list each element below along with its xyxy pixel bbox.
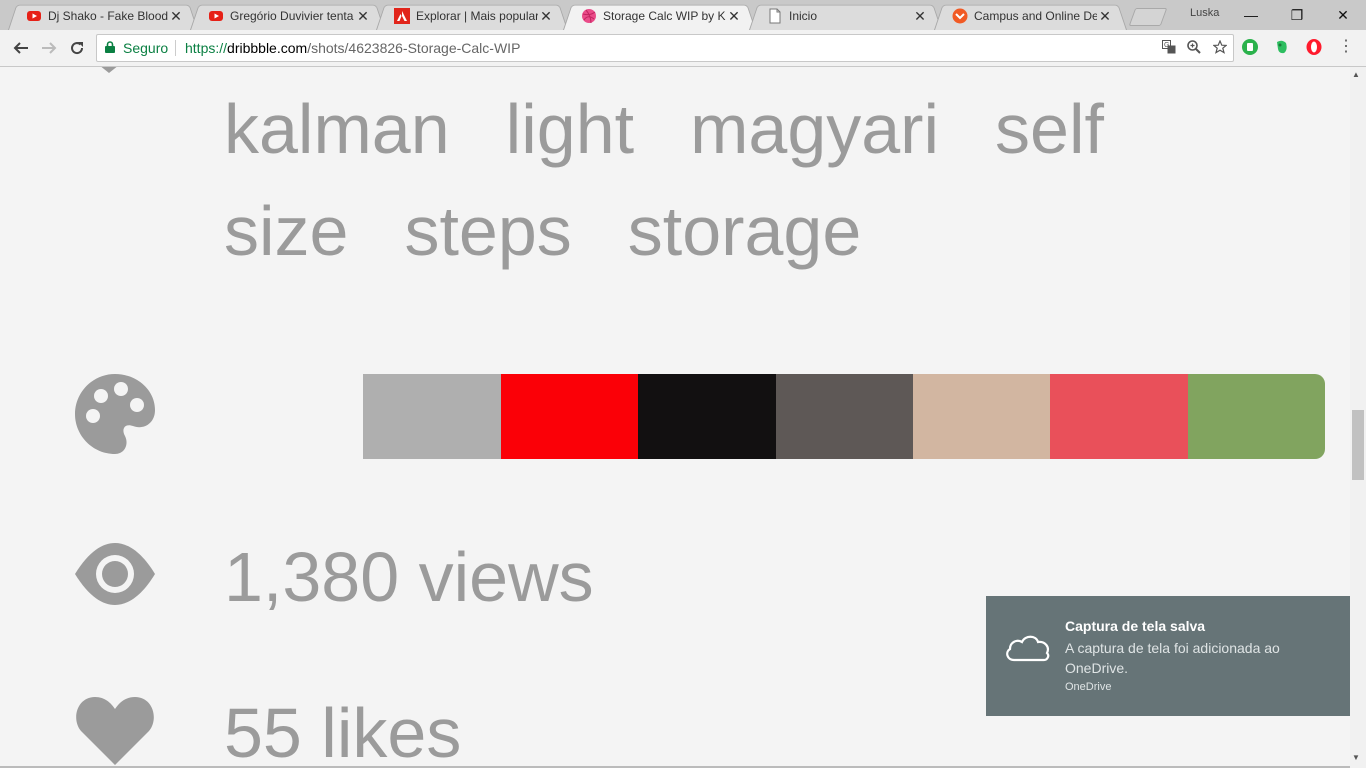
opera-icon[interactable] [1305,38,1323,56]
tab-3[interactable]: Storage Calc WIP by Kál ✕ [563,2,756,30]
tag-link[interactable]: size [224,192,348,270]
tab-4[interactable]: Inicio ✕ [749,2,942,30]
svg-text:G: G [1164,42,1169,49]
notification-title: Captura de tela salva [1065,618,1206,634]
tag-link[interactable]: kalman [224,90,450,168]
close-icon[interactable]: ✕ [726,8,742,25]
url-scheme: https:// [185,40,228,56]
tags-line-1: kalman light magyari self [224,89,1160,169]
back-arrow-icon[interactable] [9,36,33,60]
bookmark-star-icon[interactable] [1212,39,1228,56]
scroll-up-icon[interactable]: ▲ [1352,70,1360,79]
extension-green-icon[interactable] [1241,38,1259,56]
tab-title: Storage Calc WIP by Kál [603,9,726,23]
browser-toolbar: Seguro https://dribbble.com/shots/462382… [0,30,1366,67]
tab-0[interactable]: Dj Shako - Fake Blood - ✕ [8,2,198,30]
tag-icon [101,67,117,73]
address-bar[interactable]: Seguro https://dribbble.com/shots/462382… [96,34,1234,62]
minimize-button[interactable]: — [1228,0,1274,30]
udacity-icon [952,8,968,24]
tab-strip: Dj Shako - Fake Blood - ✕ Gregório Duviv… [0,0,1366,30]
new-tab-button[interactable] [1128,8,1168,26]
tags-line-2: size steps storage [224,191,917,271]
restore-button[interactable]: ❐ [1274,0,1320,30]
tab-2[interactable]: Explorar | Mais populare ✕ [376,2,568,30]
reload-icon[interactable] [65,36,89,60]
palette-icon [75,374,155,454]
tab-title: Campus and Online Deg [974,9,1097,23]
tab-title: Dj Shako - Fake Blood - [48,9,168,23]
url-path: /shots/4623826-Storage-Calc-WIP [307,40,521,56]
color-swatch[interactable] [500,374,639,459]
notification-body: A captura de tela foi adicionada ao OneD… [1065,640,1280,676]
scrollbar-thumb[interactable] [1352,410,1364,480]
color-swatch[interactable] [1050,374,1188,459]
color-swatch[interactable] [638,374,776,459]
secure-label[interactable]: Seguro [123,40,168,56]
close-icon[interactable]: ✕ [1097,8,1113,25]
translate-icon[interactable]: G [1161,40,1177,56]
color-palette [226,374,1325,459]
tag-link[interactable]: self [995,90,1104,168]
page-icon [769,8,781,24]
color-swatch[interactable] [363,374,501,459]
color-swatch[interactable] [1187,374,1325,459]
close-icon[interactable]: ✕ [355,8,371,25]
tab-title: Gregório Duvivier tenta [230,9,354,23]
tag-link[interactable]: light [506,90,634,168]
tag-link[interactable]: steps [404,192,571,270]
tab-1[interactable]: Gregório Duvivier tenta ✕ [190,2,385,30]
lock-icon [105,41,115,53]
profile-name[interactable]: Luska [1190,7,1219,19]
tag-link[interactable]: magyari [690,90,939,168]
scroll-down-icon[interactable]: ▼ [1352,753,1360,762]
url-text[interactable]: https://dribbble.com/shots/4623826-Stora… [185,40,520,56]
notification-source: OneDrive [1065,681,1112,693]
color-swatch[interactable] [912,374,1051,459]
close-window-button[interactable]: ✕ [1320,0,1366,30]
color-swatch[interactable] [226,374,364,459]
tab-5[interactable]: Campus and Online Deg ✕ [934,2,1127,30]
close-icon[interactable]: ✕ [538,8,554,25]
zoom-icon[interactable] [1186,40,1202,56]
address-divider [175,40,176,56]
tab-title: Inicio [789,9,818,23]
close-icon[interactable]: ✕ [912,8,928,25]
tag-link[interactable]: storage [628,192,861,270]
color-swatch[interactable] [775,374,913,459]
onedrive-notification[interactable]: Captura de tela salva A captura de tela … [986,596,1350,716]
menu-kebab-icon[interactable]: ⋮ [1338,38,1354,58]
views-count: 1,380 views [224,538,594,616]
eye-icon [75,543,155,605]
dribbble-icon [582,9,596,24]
tab-title: Explorar | Mais populare [416,9,538,23]
youtube-icon [209,11,223,21]
heart-icon [76,697,154,765]
forward-arrow-icon[interactable] [37,36,61,60]
url-host: dribbble.com [227,40,308,56]
close-icon[interactable]: ✕ [168,8,184,25]
adobe-icon [394,8,410,24]
likes-count[interactable]: 55 likes [224,693,461,768]
evernote-icon[interactable] [1273,38,1291,56]
youtube-icon [27,11,41,21]
cloud-icon [1006,635,1050,662]
